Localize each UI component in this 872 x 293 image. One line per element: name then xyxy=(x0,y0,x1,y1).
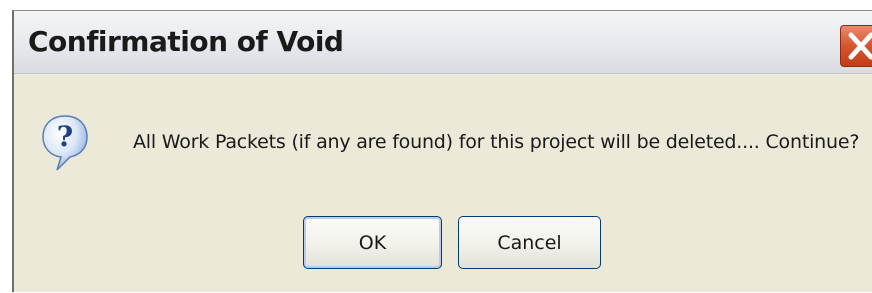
dialog-titlebar[interactable]: Confirmation of Void xyxy=(14,11,872,74)
cancel-button-label: Cancel xyxy=(497,231,562,254)
dialog-body: ? All Work Packets (if any are found) fo… xyxy=(14,73,872,293)
confirmation-dialog: Confirmation of Void ? All Work Packets … xyxy=(12,10,872,292)
svg-text:?: ? xyxy=(57,120,73,153)
question-icon: ? xyxy=(42,115,88,171)
ok-button-label: OK xyxy=(358,231,387,254)
close-icon xyxy=(848,32,872,60)
cancel-button[interactable]: Cancel xyxy=(458,216,601,269)
dialog-title: Confirmation of Void xyxy=(28,25,344,58)
dialog-message: All Work Packets (if any are found) for … xyxy=(133,131,860,153)
close-button[interactable] xyxy=(840,25,872,67)
ok-button[interactable]: OK xyxy=(303,216,442,269)
